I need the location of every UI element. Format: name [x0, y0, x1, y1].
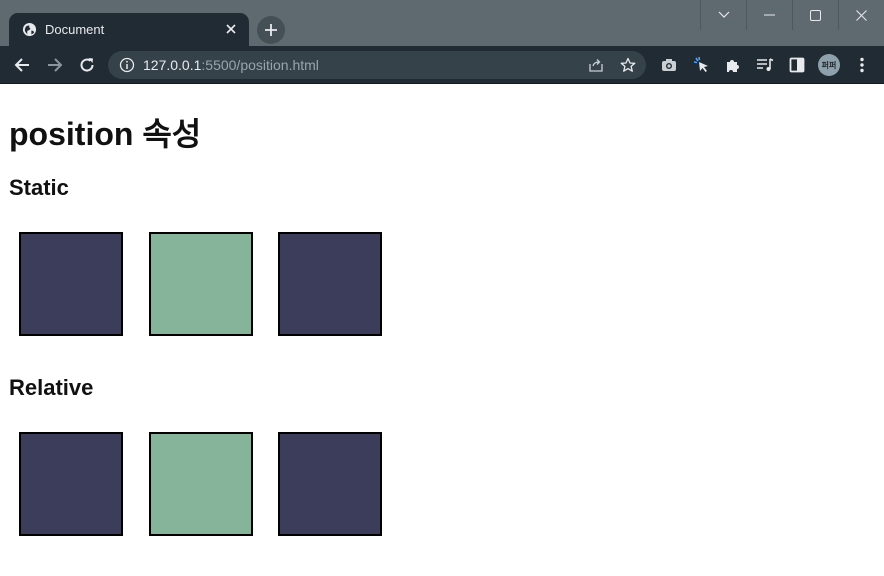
bookmark-button[interactable] — [618, 55, 638, 75]
info-icon[interactable] — [119, 57, 135, 73]
camera-icon — [662, 59, 676, 71]
media-control-button[interactable] — [754, 54, 776, 76]
cursor-extension-button[interactable] — [691, 54, 713, 76]
close-icon — [856, 9, 867, 21]
relative-box-1 — [19, 432, 123, 536]
star-icon — [620, 57, 636, 72]
maximize-button[interactable] — [792, 0, 838, 30]
chevron-down-icon — [718, 11, 729, 18]
camera-extension-button[interactable] — [658, 54, 680, 76]
browser-titlebar: Document — [0, 0, 884, 46]
static-box-2 — [149, 232, 253, 336]
section-heading-relative: Relative — [9, 375, 94, 400]
cursor-click-icon — [693, 56, 708, 72]
profile-avatar[interactable]: 퍼퍼 — [818, 54, 840, 76]
side-panel-button[interactable] — [786, 54, 808, 76]
tab-title: Document — [45, 22, 105, 37]
side-panel-icon — [789, 57, 805, 73]
more-vert-icon — [860, 57, 864, 73]
arrow-left-icon — [14, 58, 29, 72]
relative-box-3 — [278, 432, 382, 536]
url-text: 127.0.0.1:5500/position.html — [143, 57, 319, 73]
puzzle-icon — [727, 60, 739, 72]
window-controls — [700, 0, 884, 30]
media-queue-icon — [757, 58, 774, 71]
url-path: :5500/position.html — [201, 57, 319, 73]
maximize-icon — [810, 9, 821, 21]
tab-search-button[interactable] — [700, 0, 746, 30]
reload-button[interactable] — [73, 51, 101, 79]
browser-tab-document[interactable]: Document — [9, 13, 249, 46]
close-window-button[interactable] — [838, 0, 884, 30]
share-button[interactable] — [586, 55, 606, 75]
arrow-right-icon — [48, 58, 63, 72]
share-icon — [589, 59, 603, 72]
extensions-button[interactable] — [722, 54, 744, 76]
minimize-icon — [764, 14, 775, 16]
new-tab-button[interactable] — [257, 16, 285, 44]
browser-toolbar: 127.0.0.1:5500/position.html 퍼퍼 — [0, 46, 884, 84]
minimize-button[interactable] — [746, 0, 792, 30]
section-heading-static: Static — [9, 175, 69, 200]
forward-button[interactable] — [41, 51, 69, 79]
page-title: position 속성 — [9, 116, 202, 152]
reload-icon — [80, 58, 94, 72]
address-bar[interactable]: 127.0.0.1:5500/position.html — [108, 51, 646, 79]
globe-icon — [22, 22, 37, 37]
plus-icon — [265, 24, 277, 36]
relative-box-2 — [149, 432, 253, 536]
page-content: position 속성 Static Relative — [0, 85, 884, 576]
url-host: 127.0.0.1 — [143, 57, 202, 73]
static-box-1 — [19, 232, 123, 336]
static-box-3 — [278, 232, 382, 336]
close-icon[interactable] — [221, 19, 241, 39]
back-button[interactable] — [8, 51, 36, 79]
browser-menu-button[interactable] — [851, 54, 873, 76]
